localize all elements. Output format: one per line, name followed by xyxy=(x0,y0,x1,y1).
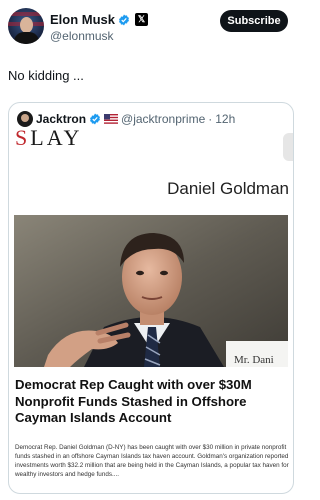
author-handle[interactable]: @elonmusk xyxy=(50,29,114,43)
author-name[interactable]: Elon Musk xyxy=(50,12,115,27)
slay-brand-logo: SLAY xyxy=(15,125,83,150)
quoted-post-card[interactable]: Jacktron @jacktronprime · 12h SLAY Danie… xyxy=(8,102,294,494)
post-timestamp[interactable]: 12h xyxy=(215,112,235,126)
article-byline: Daniel Goldman xyxy=(167,179,289,198)
us-flag-icon xyxy=(104,114,119,124)
author-avatar[interactable] xyxy=(8,8,44,44)
quoted-author-name[interactable]: Jacktron xyxy=(36,112,86,126)
article-headline[interactable]: Democrat Rep Caught with over $30M Nonpr… xyxy=(15,377,289,427)
subscribe-button[interactable]: Subscribe xyxy=(220,10,288,32)
post-header: Elon Musk 𝕏 @elonmusk Subscribe xyxy=(0,0,297,56)
verified-badge-icon xyxy=(90,113,101,125)
article-summary: Democrat Rep. Daniel Goldman (D-NY) has … xyxy=(15,444,289,478)
verified-badge-icon xyxy=(119,14,130,25)
image-edge-tab xyxy=(283,133,293,161)
article-photo[interactable]: Mr. Dani xyxy=(14,215,288,367)
x-logo-icon: 𝕏 xyxy=(135,13,149,26)
author-name-row: Elon Musk 𝕏 xyxy=(50,12,149,27)
quoted-author-handle[interactable]: @jacktronprime xyxy=(121,112,205,126)
separator-dot: · xyxy=(208,112,213,126)
name-placard: Mr. Dani xyxy=(234,354,274,366)
tweet-text: No kidding ... xyxy=(8,68,84,83)
